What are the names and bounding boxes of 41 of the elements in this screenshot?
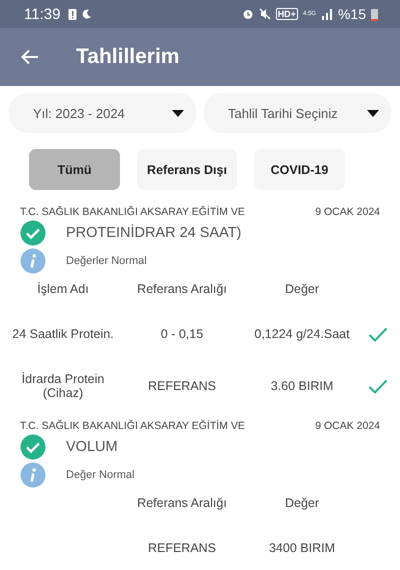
- info-icon: [20, 462, 46, 488]
- result-note: Değer Normal: [66, 469, 134, 481]
- filter-button[interactable]: Referans Dışı: [137, 149, 237, 190]
- mute-icon: [258, 8, 271, 20]
- battery-icon: [371, 8, 378, 20]
- table-cell-text: REFERANS: [146, 378, 218, 395]
- result-note: Değerler Normal: [66, 255, 147, 267]
- back-icon[interactable]: [21, 49, 39, 65]
- battery-percent: %15: [338, 6, 366, 22]
- caret-icon: [367, 110, 379, 116]
- column-header: Değer: [284, 496, 320, 510]
- column-header: Referans Aralığı: [136, 282, 228, 296]
- table-cell-text: İdrarda Protein (Cihaz): [20, 371, 106, 402]
- info-icon: [20, 248, 46, 274]
- caret-icon: [172, 110, 184, 116]
- test-name: VOLUM: [66, 439, 118, 455]
- table-cell-text: 24 Saatlik Protein.: [11, 326, 115, 343]
- table-cell-text: 0 - 0,15: [160, 326, 204, 343]
- page-title: Tahlillerim: [76, 45, 180, 69]
- signal-icon: [320, 8, 333, 20]
- institution-name: T.C. SAĞLIK BAKANLIĞI AKSARAY EĞİTİM VE: [20, 420, 245, 432]
- hd-indicator: HD+: [276, 8, 298, 20]
- result-date: 9 OCAK 2024: [315, 420, 380, 432]
- column-header: Değer: [284, 282, 320, 296]
- alert-icon: [68, 8, 78, 20]
- filter-button[interactable]: Tümü: [29, 149, 120, 190]
- table-cell-text: 0,1224 g/24.Saat: [253, 326, 351, 343]
- table-cell-text: REFERANS: [146, 540, 218, 557]
- institution-name: T.C. SAĞLIK BAKANLIĞI AKSARAY EĞİTİM VE: [20, 206, 245, 218]
- column-header: İşlem Adı: [36, 282, 90, 296]
- dropdown[interactable]: Yıl: 2023 - 2024: [9, 93, 196, 133]
- moon-icon: [82, 9, 92, 19]
- status-time: 11:39: [24, 6, 60, 22]
- result-date: 9 OCAK 2024: [315, 206, 380, 218]
- test-name: PROTEINİDRAR 24 SAAT): [66, 225, 242, 241]
- table-cell-text: 3400 BIRIM: [268, 540, 336, 557]
- filter-button[interactable]: COVID-19: [254, 149, 345, 190]
- dropdown[interactable]: Tahlil Tarihi Seçiniz: [204, 93, 391, 133]
- column-header: Referans Aralığı: [136, 496, 228, 510]
- alarm-icon: [242, 8, 254, 20]
- table-cell-text: 3.60 BIRIM: [270, 378, 334, 395]
